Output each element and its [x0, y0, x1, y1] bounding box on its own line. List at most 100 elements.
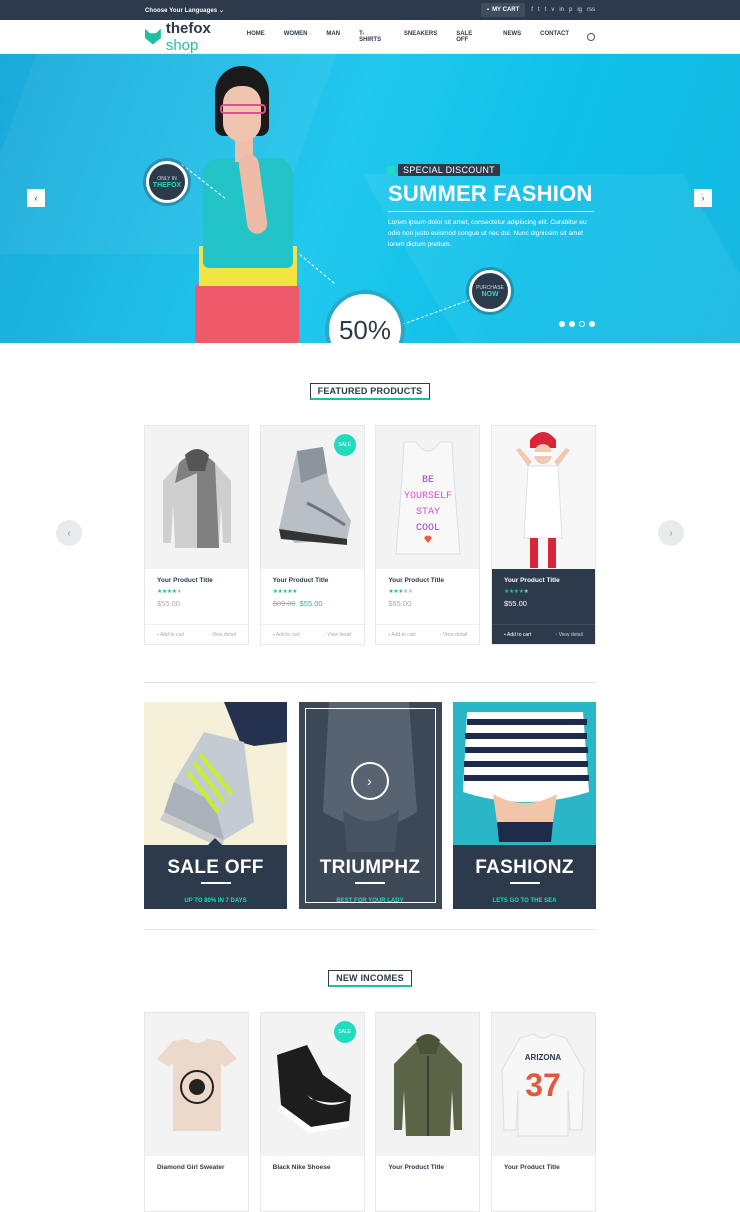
carousel-next-button[interactable]: › — [658, 520, 684, 546]
product-title[interactable]: Your Product Title — [388, 577, 467, 584]
my-cart-button[interactable]: ▪ MY CART — [480, 3, 526, 17]
linkedin-icon[interactable]: in — [559, 7, 564, 13]
product-image[interactable] — [376, 1013, 480, 1156]
svg-text:ARIZONA: ARIZONA — [525, 1053, 562, 1062]
product-card[interactable]: SALE Black Nike Shoese — [259, 1012, 365, 1212]
product-image[interactable] — [491, 426, 595, 569]
featured-products: Your Product Title ★★★★★ $55.00 ▪ Add to… — [144, 425, 596, 645]
menu-women[interactable]: WOMEN — [284, 31, 308, 43]
product-card[interactable]: ARIZONA 37 Your Product Title — [490, 1012, 596, 1212]
slide-dot[interactable] — [569, 321, 575, 327]
product-image[interactable]: ARIZONA 37 — [491, 1013, 595, 1156]
banner-triumphz[interactable]: › TRIUMPHZ BEST FOR YOUR LADY — [298, 702, 442, 909]
product-price: $55.00 — [157, 599, 180, 608]
banner-subtitle: LETS GO TO THE SEA — [492, 898, 557, 904]
svg-text:YOURSELF: YOURSELF — [404, 491, 452, 502]
product-image[interactable] — [145, 426, 248, 569]
product-card[interactable]: SALE Your Product Title ★★★★★ $89.00 $55.… — [259, 425, 365, 645]
product-price: $55.00 — [388, 599, 412, 608]
logo[interactable]: thefox shop — [145, 20, 247, 54]
featured-heading: FEATURED PRODUCTS — [309, 383, 431, 400]
add-to-cart-link[interactable]: ▪ Add to cart — [504, 632, 531, 638]
banner-title: FASHIONZ — [475, 857, 574, 878]
slide-dot-active[interactable] — [579, 321, 585, 327]
divider — [144, 929, 596, 930]
language-selector[interactable]: Choose Your Languages ⌄ — [145, 7, 224, 14]
view-detail-link[interactable]: ▫ View detail — [209, 632, 236, 638]
menu-sneakers[interactable]: SNEAKERS — [404, 31, 437, 43]
menu-tshirts[interactable]: T-SHIRTS — [359, 31, 385, 43]
product-card[interactable]: BE YOURSELF STAY COOL Your Product Title ★★… — [375, 425, 481, 645]
menu-man[interactable]: MAN — [326, 31, 340, 43]
product-card[interactable]: Your Product Title ★★★★★ $55.00 ▪ Add to… — [144, 425, 249, 645]
menu-sale-off[interactable]: SALE OFF — [456, 31, 484, 43]
special-discount-tag: SPECIAL DISCOUNT — [398, 164, 500, 176]
banner-caption: TRIUMPHZ BEST FOR YOUR LADY — [299, 845, 442, 909]
cart-label: MY CART — [492, 7, 520, 13]
hero-caption: SPECIAL DISCOUNT SUMMER FASHION Lorem ip… — [388, 160, 598, 250]
view-detail-link[interactable]: ▫ View detail — [440, 632, 467, 638]
product-title[interactable]: Your Product Title — [388, 1164, 467, 1171]
product-title[interactable]: Your Product Title — [504, 1164, 583, 1171]
rss-icon[interactable]: rss — [587, 7, 595, 13]
slide-dot[interactable] — [589, 321, 595, 327]
product-title[interactable]: Your Product Title — [273, 577, 352, 584]
product-image[interactable]: BE YOURSELF STAY COOL — [376, 426, 480, 569]
menu-news[interactable]: NEWS — [503, 31, 521, 43]
slide-dot[interactable] — [559, 321, 565, 327]
banner-sale-off[interactable]: SALE OFF UP TO 80% IN 7 DAYS — [144, 702, 287, 909]
slider-next-button[interactable]: › — [694, 189, 712, 207]
sale-badge: SALE — [333, 1021, 356, 1043]
product-card-hovered[interactable]: Your Product Title ★★★★★ $55.00 ▪ Add to… — [490, 425, 596, 645]
view-detail-link[interactable]: ▫ View detail — [324, 632, 351, 638]
instagram-icon[interactable]: ig — [577, 7, 582, 13]
rating-stars: ★★★★★ — [157, 589, 182, 595]
arrow-right-circle-icon[interactable]: › — [350, 762, 389, 800]
slider-prev-button[interactable]: ‹ — [27, 189, 45, 207]
banner-fashionz[interactable]: FASHIONZ LETS GO TO THE SEA — [453, 702, 596, 909]
product-title[interactable]: Diamond Girl Sweater — [157, 1164, 236, 1171]
product-title[interactable]: Your Product Title — [504, 577, 583, 584]
cart-icon: ▪ — [486, 7, 490, 13]
language-label: Choose Your Languages — [145, 7, 218, 14]
main-nav: thefox shop HOME WOMEN MAN T-SHIRTS SNEA… — [0, 20, 740, 54]
product-image[interactable] — [145, 1013, 248, 1156]
product-card[interactable]: Your Product Title — [375, 1012, 481, 1212]
product-title[interactable]: Your Product Title — [157, 577, 236, 584]
category-banners: SALE OFF UP TO 80% IN 7 DAYS › TRIUMPHZ … — [144, 702, 596, 909]
menu: HOME WOMEN MAN T-SHIRTS SNEAKERS SALE OF… — [247, 31, 569, 43]
badge-big: THEFOX — [152, 181, 182, 189]
twitter-icon[interactable]: t — [538, 7, 540, 13]
add-to-cart-link[interactable]: ▪ Add to cart — [388, 632, 415, 638]
banner-subtitle: BEST FOR YOUR LADY — [336, 898, 404, 904]
pinterest-icon[interactable]: p — [569, 7, 572, 13]
new-incomes-heading-wrap: NEW INCOMES — [0, 968, 740, 987]
new-incomes-heading: NEW INCOMES — [328, 970, 412, 987]
only-in-thefox-badge: ONLY IN THEFOX — [146, 161, 188, 203]
tumblr-icon[interactable]: t — [545, 7, 547, 13]
banner-title: TRIUMPHZ — [319, 857, 421, 878]
rating-stars: ★★★★★ — [388, 589, 413, 595]
menu-home[interactable]: HOME — [247, 31, 265, 43]
model-image — [185, 66, 315, 343]
svg-text:BE: BE — [422, 475, 434, 486]
social-links: f t t v in p ig rss — [531, 7, 595, 13]
banner-subtitle: UP TO 80% IN 7 DAYS — [184, 898, 247, 904]
view-detail-link[interactable]: ▫ View detail — [556, 632, 583, 638]
divider — [144, 682, 596, 683]
facebook-icon[interactable]: f — [531, 7, 533, 13]
menu-contact[interactable]: CONTACT — [540, 31, 569, 43]
vimeo-icon[interactable]: v — [551, 7, 554, 13]
banner-title: SALE OFF — [167, 857, 264, 878]
carousel-prev-button[interactable]: ‹ — [56, 520, 82, 546]
product-title[interactable]: Black Nike Shoese — [273, 1164, 352, 1171]
add-to-cart-link[interactable]: ▪ Add to cart — [273, 632, 300, 638]
product-image[interactable]: SALE — [260, 1013, 364, 1156]
top-bar-right: ▪ MY CART f t t v in p ig rss — [480, 3, 595, 17]
product-image[interactable]: SALE — [260, 426, 364, 569]
svg-text:COOL: COOL — [416, 523, 440, 534]
purchase-now-button[interactable]: PURCHASE NOW — [469, 270, 511, 312]
add-to-cart-link[interactable]: ▪ Add to cart — [157, 632, 184, 638]
product-card[interactable]: Diamond Girl Sweater — [144, 1012, 249, 1212]
search-icon[interactable] — [587, 32, 595, 41]
